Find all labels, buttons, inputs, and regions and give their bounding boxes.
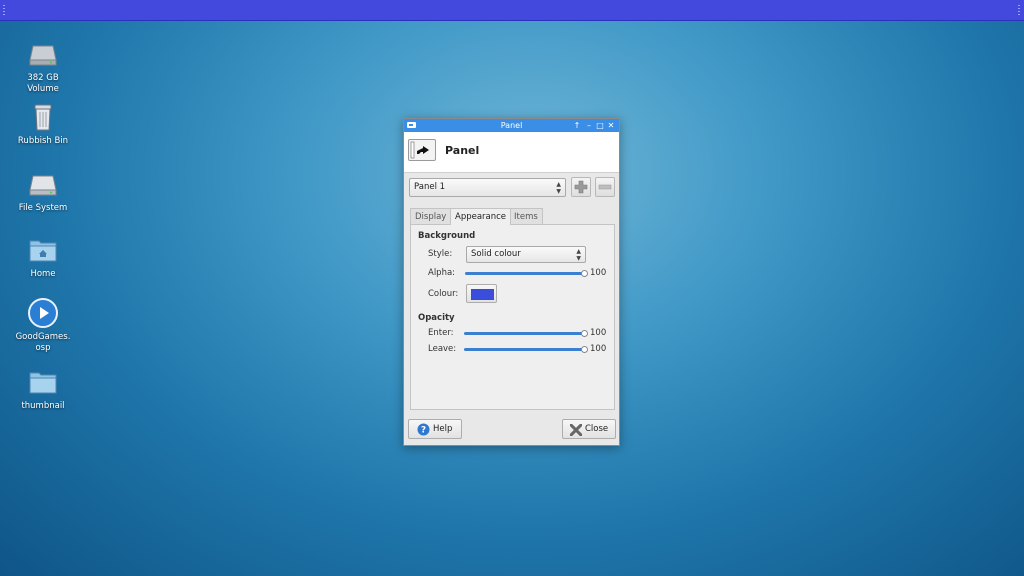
desktop-icon-label: Volume	[27, 84, 59, 94]
add-panel-button[interactable]	[571, 177, 591, 197]
leave-slider-handle[interactable]	[581, 346, 588, 353]
dialog-header: Panel	[404, 132, 619, 173]
desktop-icon-file-system[interactable]: File System	[12, 168, 74, 214]
desktop-icon-volume[interactable]: 382 GB Volume	[12, 38, 74, 95]
desktop-icon-label: Home	[30, 269, 56, 279]
style-label: Style:	[428, 249, 453, 259]
close-icon[interactable]: ✕	[606, 119, 616, 132]
panel-grip-left[interactable]	[3, 5, 5, 16]
colour-picker-button[interactable]	[466, 284, 497, 303]
desktop-icon-label: thumbnail	[21, 401, 65, 411]
close-x-icon	[570, 424, 582, 436]
trash-icon	[27, 101, 59, 133]
enter-slider-handle[interactable]	[581, 330, 588, 337]
leave-label: Leave:	[428, 344, 457, 354]
remove-panel-button[interactable]	[595, 177, 615, 197]
desktop-icon-goodgames[interactable]: GoodGames. osp	[12, 297, 74, 354]
tab-display[interactable]: Display	[410, 208, 452, 224]
leave-opacity-slider[interactable]	[464, 348, 585, 351]
tab-label: Appearance	[455, 212, 507, 222]
drive-icon	[27, 168, 59, 200]
home-folder-icon	[27, 234, 59, 266]
style-select-value: Solid colour	[471, 249, 521, 259]
plus-icon	[574, 180, 588, 194]
help-button[interactable]: ? Help	[408, 419, 462, 439]
enter-opacity-slider[interactable]	[464, 332, 585, 335]
alpha-slider[interactable]	[465, 272, 585, 275]
panel-select[interactable]: Panel 1 ▲ ▼	[409, 178, 566, 197]
background-section-title: Background	[418, 231, 476, 241]
help-icon: ?	[417, 423, 430, 436]
tab-items[interactable]: Items	[509, 208, 543, 224]
close-label: Close	[585, 424, 609, 434]
drive-icon	[27, 38, 59, 70]
tab-label: Items	[514, 212, 538, 222]
minimize-icon[interactable]: –	[584, 119, 594, 132]
desktop-icon-rubbish-bin[interactable]: Rubbish Bin	[12, 101, 74, 147]
window-titlebar[interactable]: Panel ↑ – □ ✕	[404, 119, 619, 132]
keep-above-icon[interactable]: ↑	[572, 119, 582, 132]
maximize-icon[interactable]: □	[595, 119, 605, 132]
media-play-icon	[27, 297, 59, 329]
tab-label: Display	[415, 212, 447, 222]
folder-icon	[27, 366, 59, 398]
help-label: Help	[433, 424, 453, 434]
style-select[interactable]: Solid colour ▲ ▼	[466, 246, 586, 263]
enter-value: 100	[590, 328, 607, 338]
enter-label: Enter:	[428, 328, 454, 338]
window-menu-icon[interactable]	[407, 122, 416, 128]
appearance-tab-content: Background Style: Solid colour ▲ ▼ Alpha:…	[410, 224, 615, 410]
panel-settings-icon	[408, 139, 436, 161]
svg-text:?: ?	[421, 426, 426, 436]
spin-arrows-icon: ▲ ▼	[576, 248, 581, 262]
desktop-icon-thumbnail[interactable]: thumbnail	[12, 366, 74, 412]
top-panel[interactable]	[0, 0, 1024, 21]
dialog-header-title: Panel	[445, 144, 480, 157]
alpha-slider-handle[interactable]	[581, 270, 588, 277]
panel-select-value: Panel 1	[414, 182, 446, 192]
alpha-label: Alpha:	[428, 268, 456, 278]
desktop-icon-home[interactable]: Home	[12, 234, 74, 280]
colour-label: Colour:	[428, 289, 459, 299]
tab-appearance[interactable]: Appearance	[450, 208, 512, 225]
panel-preferences-dialog: Panel ↑ – □ ✕ Panel Panel 1 ▲ ▼ Display A…	[403, 118, 620, 446]
desktop-icon-label: osp	[35, 343, 51, 353]
window-title: Panel	[500, 121, 523, 130]
desktop-icon-label: 382 GB	[27, 73, 59, 83]
desktop-icon-label: File System	[18, 203, 68, 213]
desktop-icon-label: GoodGames.	[15, 332, 71, 342]
opacity-section-title: Opacity	[418, 313, 455, 323]
alpha-value: 100	[590, 268, 607, 278]
spin-arrows-icon: ▲ ▼	[556, 181, 561, 195]
colour-swatch	[471, 289, 494, 300]
minus-icon	[598, 184, 612, 190]
leave-value: 100	[590, 344, 607, 354]
panel-grip-right[interactable]	[1018, 5, 1020, 16]
close-button[interactable]: Close	[562, 419, 616, 439]
desktop-icon-label: Rubbish Bin	[17, 136, 69, 146]
